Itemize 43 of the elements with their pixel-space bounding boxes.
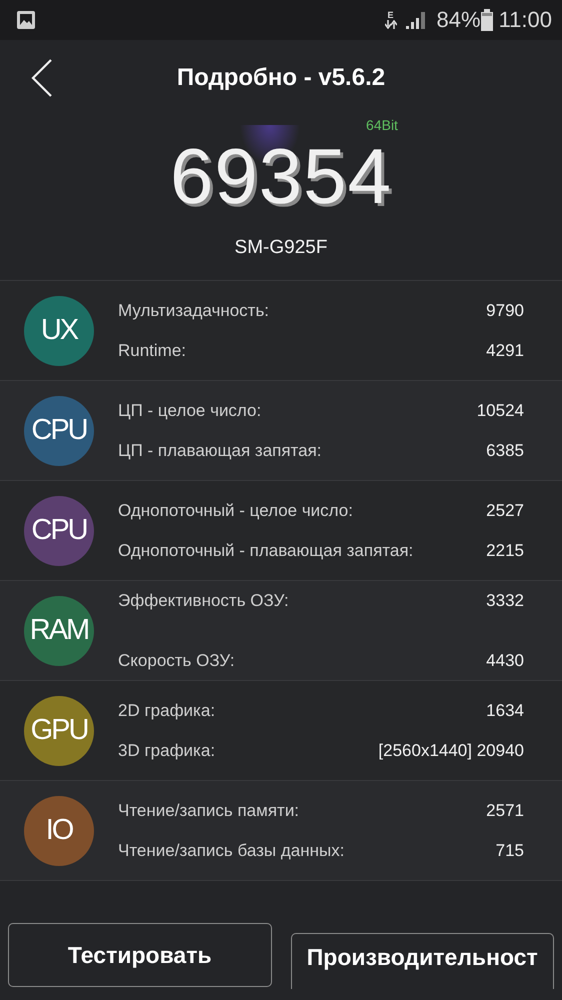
test-score: 6385 (486, 440, 524, 462)
action-button[interactable]: Производительност (290, 933, 554, 989)
test-name: Однопоточный - плавающая запятая: (118, 540, 414, 562)
test-score: 4430 (486, 650, 524, 672)
test-name: ЦП - плавающая запятая: (118, 440, 322, 462)
gallery-icon (16, 10, 36, 30)
test-name: Мультизадачность: (118, 300, 270, 322)
test-score: 4291 (486, 340, 524, 362)
test-score: 10524 (476, 400, 524, 422)
arch-label: 64Bit (366, 117, 398, 133)
screen-title: Подробно - v5.6.2 (176, 64, 386, 92)
data-arrows-icon (384, 20, 397, 29)
test-name: Эффективность ОЗУ: (118, 590, 289, 612)
signal-icon (404, 10, 427, 30)
device-model: SM-G925F (234, 237, 328, 259)
battery-icon (480, 9, 493, 31)
test-name: 3D графика: (118, 740, 216, 762)
category-badge: CPU (24, 396, 94, 466)
network-type: E (388, 11, 394, 20)
test-score: 2215 (486, 540, 524, 562)
test-name: Чтение/запись базы данных: (118, 840, 344, 862)
clock: 11:00 (498, 7, 552, 33)
category-badge: UX (24, 296, 94, 366)
test-name: 2D графика: (118, 700, 216, 722)
test-score: 2527 (486, 500, 524, 522)
back-button[interactable] (30, 58, 54, 98)
action-button[interactable]: Тестировать (8, 923, 272, 987)
test-score: 1634 (486, 700, 524, 722)
test-score: 9790 (486, 300, 524, 322)
test-name: ЦП - целое число: (118, 400, 262, 422)
test-score: 2571 (486, 800, 524, 822)
category-badge: GPU (24, 696, 94, 766)
test-name: Чтение/запись памяти: (118, 800, 300, 822)
battery-percent: 84% (436, 7, 481, 33)
category-badge: CPU (24, 496, 94, 566)
category-badge: RAM (24, 596, 94, 666)
category-badge: IO (24, 796, 94, 866)
test-name: Однопоточный - целое число: (118, 500, 353, 522)
test-score: 715 (496, 840, 524, 862)
test-name: Runtime: (118, 340, 186, 362)
test-name: Скорость ОЗУ: (118, 650, 235, 672)
test-score: 3332 (486, 590, 524, 612)
test-score: [2560x1440] 20940 (378, 740, 524, 762)
